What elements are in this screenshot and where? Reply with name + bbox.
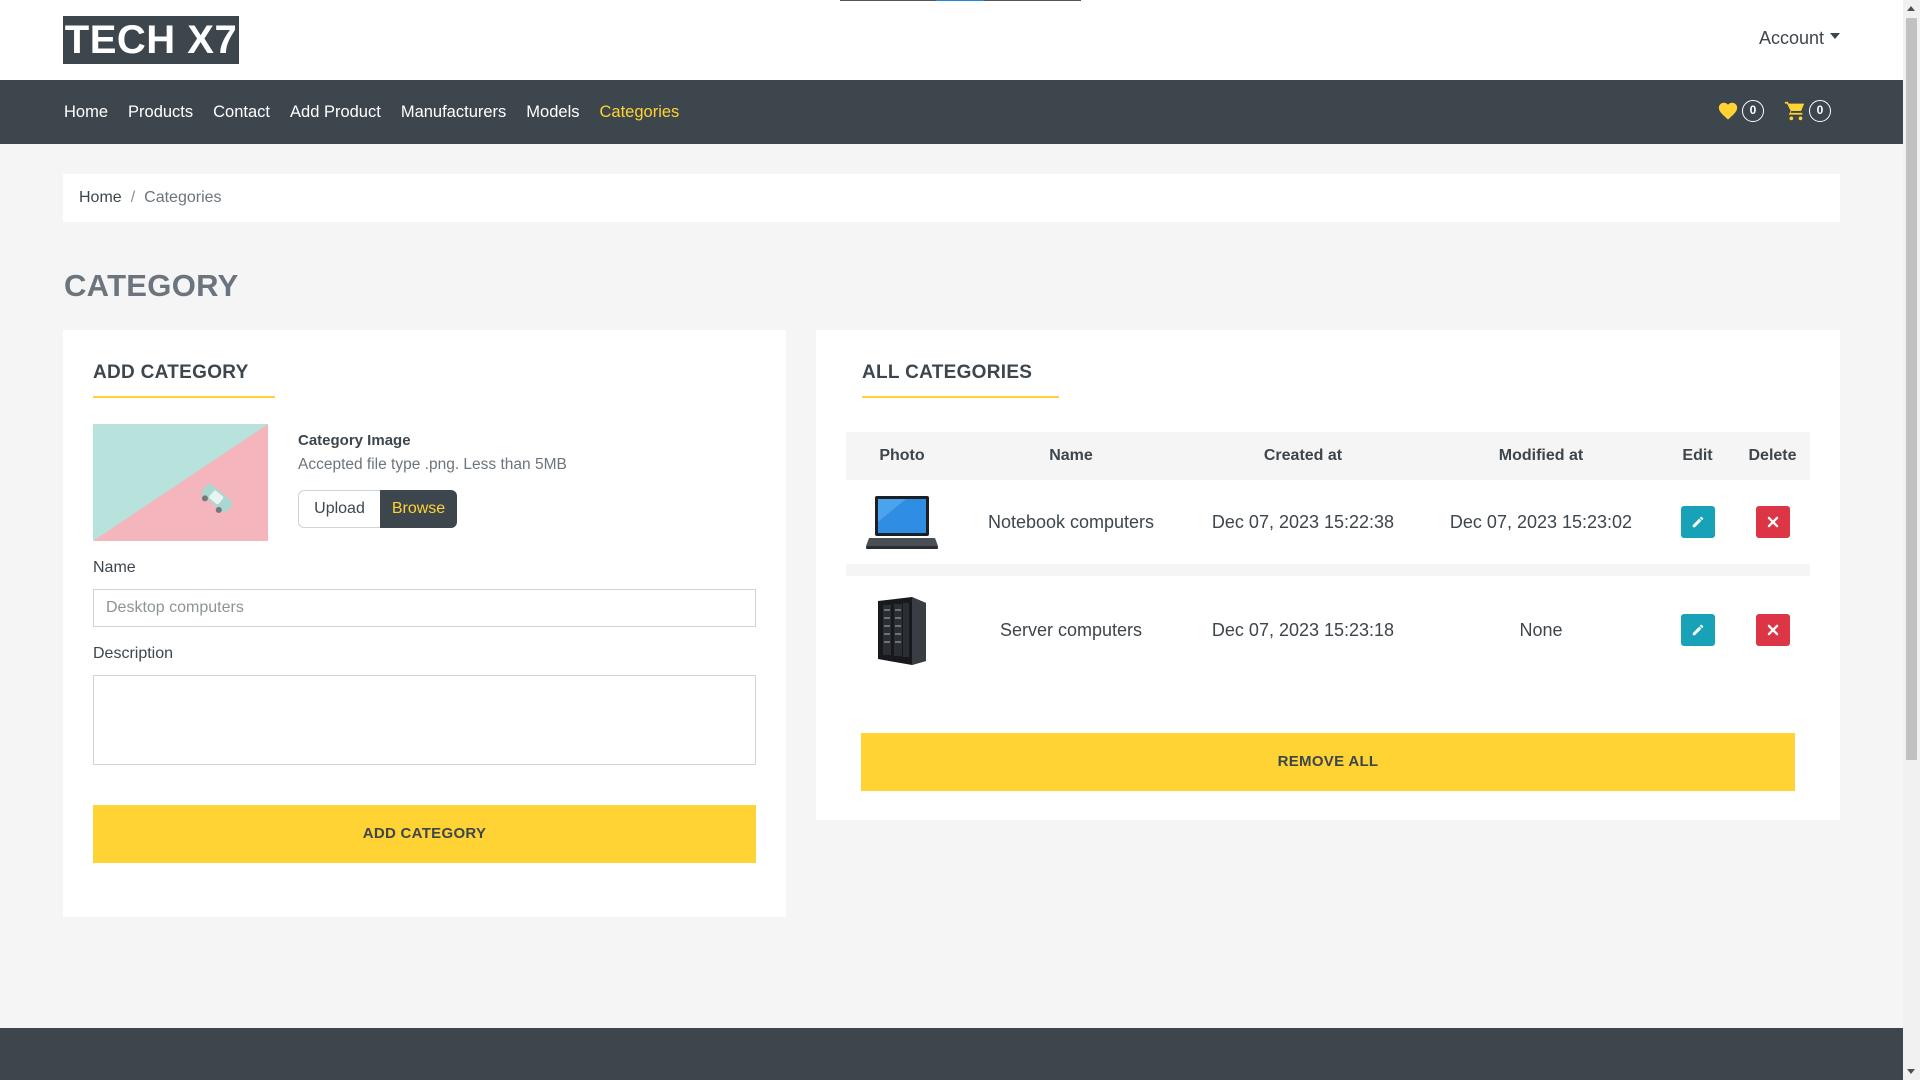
name-field[interactable] bbox=[93, 589, 756, 627]
delete-button[interactable] bbox=[1755, 614, 1790, 646]
row-created-at: Dec 07, 2023 15:23:18 bbox=[1211, 619, 1395, 640]
category-image-help: Accepted file type .png. Less than 5MB bbox=[298, 456, 567, 473]
category-image-preview bbox=[93, 424, 268, 541]
add-category-button[interactable]: ADD CATEGORY bbox=[93, 805, 756, 863]
category-image-label: Category Image bbox=[298, 432, 411, 449]
shopping-cart-icon bbox=[1784, 101, 1805, 121]
page-scrollbar[interactable] bbox=[1903, 0, 1920, 1080]
row-modified-at: None bbox=[1519, 619, 1563, 640]
breadcrumb-current: Categories bbox=[144, 189, 222, 206]
categories-table: Photo Name Created at Modified at Edit D… bbox=[846, 432, 1810, 684]
edit-cell bbox=[1660, 614, 1735, 646]
cart-button[interactable]: 0 bbox=[1784, 100, 1831, 122]
heart-icon bbox=[1718, 102, 1738, 120]
remove-all-button[interactable]: REMOVE ALL bbox=[861, 733, 1795, 791]
loading-bar bbox=[840, 0, 1081, 1]
wishlist-button[interactable]: 0 bbox=[1717, 100, 1764, 122]
account-label: Account bbox=[1758, 28, 1824, 48]
heading-underline bbox=[862, 396, 1059, 398]
scroll-thumb[interactable] bbox=[1906, 18, 1917, 760]
breadcrumb-home[interactable]: Home bbox=[79, 189, 122, 207]
file-upload-group: Upload Browse bbox=[298, 490, 457, 528]
edit-button[interactable] bbox=[1680, 506, 1715, 538]
nav-links: Home Products Contact Add Product Manufa… bbox=[64, 80, 699, 144]
laptop-image bbox=[866, 496, 938, 549]
table-row: Notebook computers Dec 07, 2023 15:22:38… bbox=[846, 480, 1810, 576]
column-header-modified: Modified at bbox=[1498, 447, 1584, 464]
add-category-card: ADD CATEGORY Category Image Accepted fil… bbox=[63, 330, 786, 917]
nav-icons: 0 0 bbox=[1717, 100, 1831, 122]
table-row: Server computers Dec 07, 2023 15:23:18 N… bbox=[846, 576, 1810, 684]
scroll-down-icon[interactable] bbox=[1907, 1069, 1915, 1074]
column-header-name: Name bbox=[1049, 447, 1093, 464]
column-header-photo: Photo bbox=[879, 447, 925, 464]
edit-button[interactable] bbox=[1680, 614, 1715, 646]
close-icon bbox=[1767, 624, 1778, 636]
row-name: Server computers bbox=[999, 619, 1143, 640]
page: TECH X7 Account Home Products Contact Ad… bbox=[0, 0, 1903, 1080]
row-name: Notebook computers bbox=[987, 511, 1155, 532]
server-image bbox=[878, 597, 926, 665]
column-header-delete: Delete bbox=[1748, 447, 1797, 464]
main-navbar: Home Products Contact Add Product Manufa… bbox=[0, 80, 1903, 144]
name-label: Name bbox=[93, 559, 136, 576]
delete-cell bbox=[1735, 506, 1810, 538]
wishlist-count-badge: 0 bbox=[1742, 100, 1764, 122]
top-header: TECH X7 Account bbox=[0, 0, 1903, 80]
row-photo bbox=[846, 595, 958, 665]
add-category-heading: ADD CATEGORY bbox=[93, 362, 249, 383]
row-created-at: Dec 07, 2023 15:22:38 bbox=[1211, 511, 1395, 532]
close-icon bbox=[1767, 516, 1778, 528]
cart-count-badge: 0 bbox=[1809, 100, 1831, 122]
breadcrumb-separator: / bbox=[130, 189, 136, 206]
pencil-icon bbox=[1692, 516, 1703, 528]
nav-link-add-product[interactable]: Add Product bbox=[290, 103, 381, 122]
caret-down-icon bbox=[1830, 33, 1840, 40]
footer bbox=[0, 1028, 1903, 1080]
all-categories-heading: ALL CATEGORIES bbox=[862, 362, 1033, 383]
breadcrumb: Home / Categories bbox=[63, 174, 1840, 222]
table-header: Photo Name Created at Modified at Edit D… bbox=[846, 432, 1810, 480]
column-header-edit: Edit bbox=[1682, 447, 1713, 464]
nav-link-contact[interactable]: Contact bbox=[213, 103, 270, 122]
edit-cell bbox=[1660, 506, 1735, 538]
browse-button[interactable]: Browse bbox=[380, 490, 457, 528]
description-field[interactable] bbox=[93, 675, 756, 765]
nav-link-models[interactable]: Models bbox=[526, 103, 579, 122]
delete-cell bbox=[1735, 614, 1810, 646]
all-categories-card: ALL CATEGORIES Photo Name Created at Mod… bbox=[816, 330, 1840, 820]
nav-link-categories[interactable]: Categories bbox=[600, 103, 680, 122]
heading-underline bbox=[93, 396, 275, 398]
row-modified-at: Dec 07, 2023 15:23:02 bbox=[1449, 511, 1633, 532]
delete-button[interactable] bbox=[1755, 506, 1790, 538]
description-label: Description bbox=[93, 645, 174, 662]
loading-bar-segment bbox=[936, 0, 984, 1]
column-header-created: Created at bbox=[1263, 447, 1343, 464]
nav-link-manufacturers[interactable]: Manufacturers bbox=[401, 103, 506, 122]
site-logo[interactable]: TECH X7 bbox=[63, 16, 239, 64]
scroll-up-icon[interactable] bbox=[1907, 6, 1915, 11]
page-title: CATEGORY bbox=[64, 268, 239, 303]
nav-link-products[interactable]: Products bbox=[128, 103, 193, 122]
upload-button[interactable]: Upload bbox=[298, 490, 380, 528]
pencil-icon bbox=[1692, 624, 1703, 636]
account-dropdown[interactable]: Account bbox=[1759, 28, 1840, 49]
nav-link-home[interactable]: Home bbox=[64, 103, 108, 122]
row-photo bbox=[846, 492, 958, 552]
